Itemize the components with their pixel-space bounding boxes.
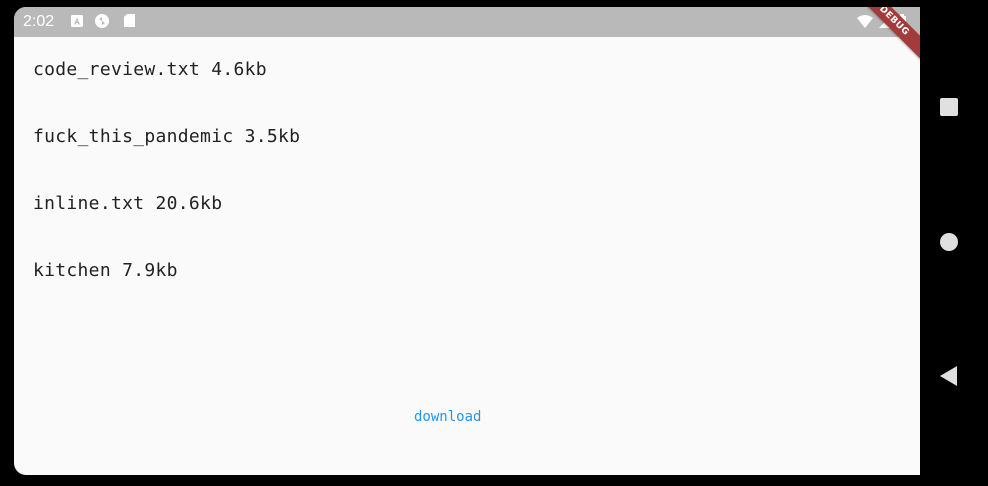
recents-button[interactable] xyxy=(938,96,960,118)
status-bar: 2:02 DEBUG xyxy=(14,7,920,63)
home-button[interactable] xyxy=(938,231,960,253)
app-screen: 2:02 DEBUG code_review.txt 4.6kb fuck_th… xyxy=(14,7,920,475)
list-item[interactable]: kitchen 7.9kb xyxy=(33,250,920,317)
sync-icon xyxy=(95,14,109,28)
sd-card-icon xyxy=(124,14,135,27)
notification-a-icon xyxy=(71,15,83,27)
download-button[interactable]: download xyxy=(414,409,481,425)
status-time: 2:02 xyxy=(23,13,55,30)
android-nav-bar xyxy=(920,0,988,486)
device-frame: 2:02 DEBUG code_review.txt 4.6kb fuck_th… xyxy=(0,0,988,486)
list-item[interactable]: fuck_this_pandemic 3.5kb xyxy=(33,116,920,183)
list-item[interactable]: code_review.txt 4.6kb xyxy=(33,49,920,116)
wifi-icon xyxy=(857,15,873,28)
back-button[interactable] xyxy=(938,365,960,387)
list-item[interactable]: inline.txt 20.6kb xyxy=(33,183,920,250)
file-list: code_review.txt 4.6kb fuck_this_pandemic… xyxy=(33,49,920,317)
